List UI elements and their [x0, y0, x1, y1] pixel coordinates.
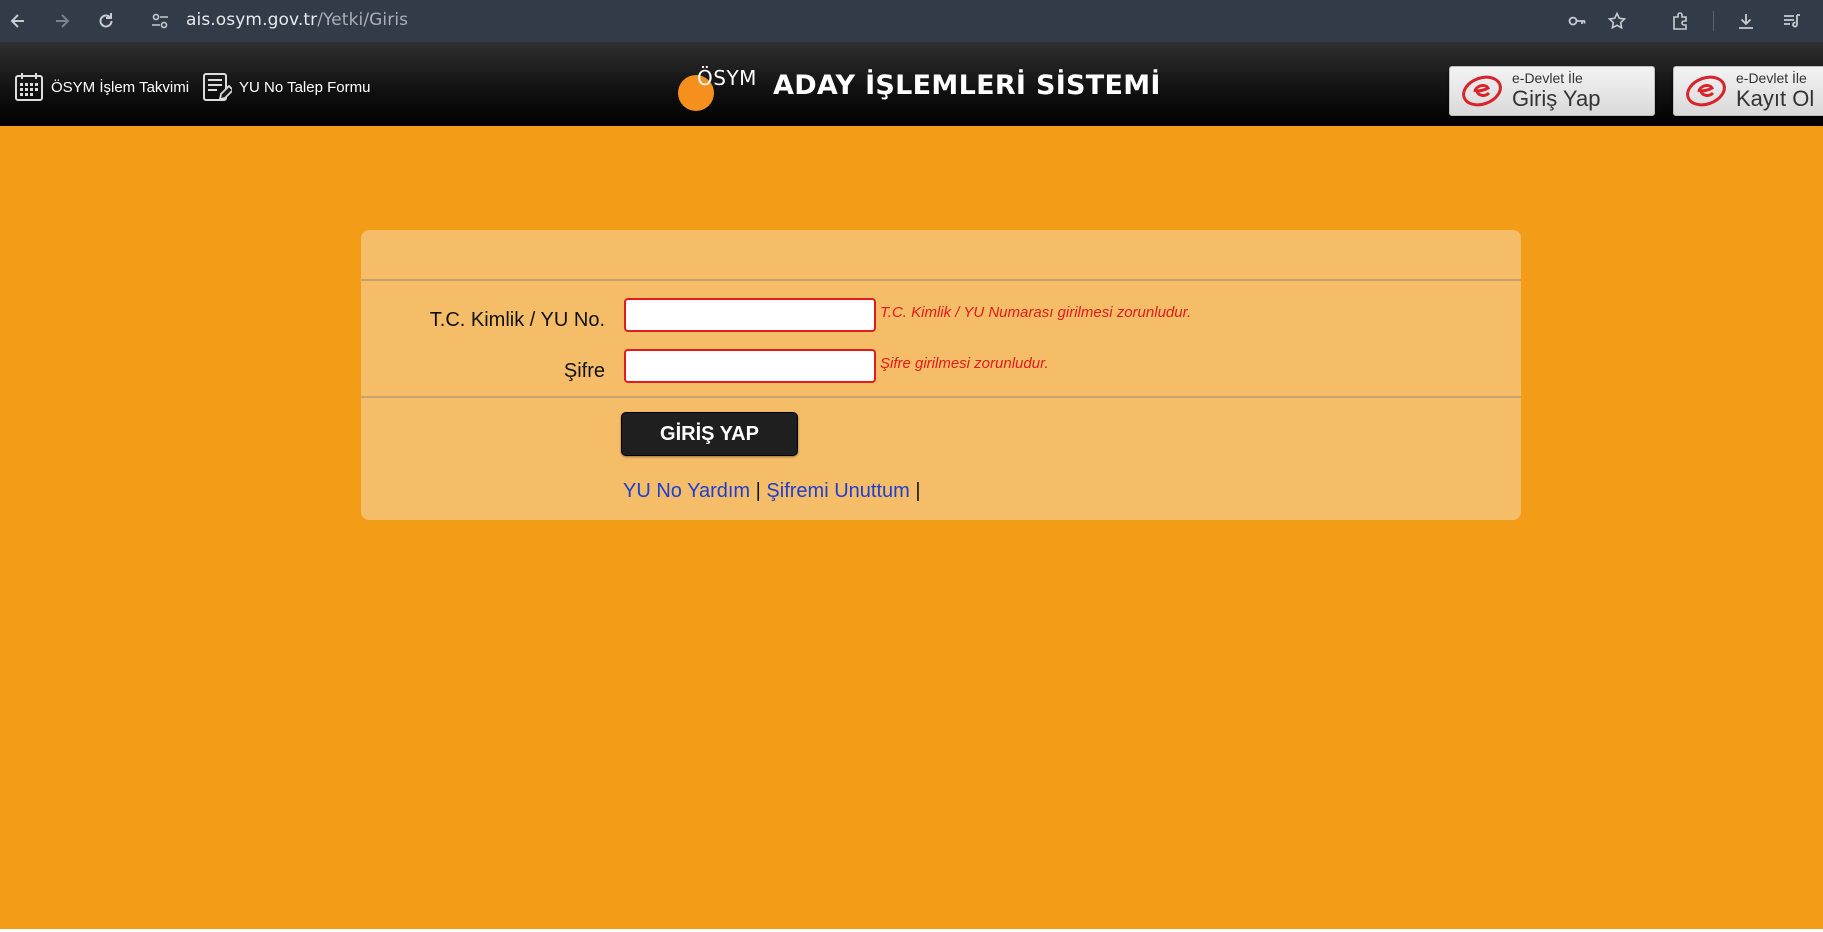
help-links: YU No Yardım | Şifremi Unuttum | — [623, 480, 921, 503]
link-separator: | — [755, 480, 761, 502]
yu-no-form-link[interactable]: YU No Talep Formu — [202, 72, 370, 102]
edevlet-logo-icon — [1686, 75, 1726, 107]
url-host: ais.osym.gov.tr — [186, 10, 318, 30]
edevlet-login-small: e-Devlet İle — [1512, 70, 1583, 86]
toolbar-divider — [1713, 11, 1714, 31]
login-submit-button[interactable]: GİRİŞ YAP — [621, 412, 798, 456]
system-title: ADAY İŞLEMLERİ SİSTEMİ — [773, 70, 1161, 101]
password-error-message: Şifre girilmesi zorunludur. — [880, 355, 1049, 372]
password-label: Şifre — [563, 360, 605, 382]
edevlet-login-big: Giriş Yap — [1512, 86, 1601, 111]
url-path: /Yetki/Giris — [317, 10, 409, 30]
yu-no-form-link-label: YU No Talep Formu — [239, 78, 371, 96]
reload-icon[interactable] — [94, 9, 118, 33]
calendar-link[interactable]: ÖSYM İşlem Takvimi — [14, 72, 189, 102]
download-icon[interactable] — [1734, 9, 1758, 33]
edevlet-logo-icon — [1462, 75, 1502, 107]
id-input[interactable] — [624, 298, 876, 332]
back-arrow-icon[interactable] — [6, 9, 30, 33]
key-icon[interactable] — [1565, 9, 1589, 33]
extensions-icon[interactable] — [1668, 9, 1692, 33]
site-settings-icon[interactable] — [148, 9, 172, 33]
calendar-icon — [14, 72, 44, 102]
edevlet-login-button[interactable]: e-Devlet İle Giriş Yap — [1449, 66, 1655, 116]
id-label: T.C. Kimlik / YU No. — [429, 309, 605, 331]
form-edit-icon — [202, 72, 232, 102]
reading-list-icon[interactable] — [1780, 9, 1804, 33]
id-error-message: T.C. Kimlik / YU Numarası girilmesi zoru… — [880, 304, 1192, 321]
address-bar[interactable]: ais.osym.gov.tr/Yetki/Giris — [186, 10, 408, 30]
login-panel: T.C. Kimlik / YU No. T.C. Kimlik / YU Nu… — [361, 230, 1521, 520]
yu-no-help-link[interactable]: YU No Yardım — [623, 480, 750, 502]
edevlet-register-big: Kayıt Ol — [1736, 86, 1815, 111]
edevlet-register-small: e-Devlet İle — [1736, 70, 1807, 86]
password-input[interactable] — [624, 349, 876, 383]
calendar-link-label: ÖSYM İşlem Takvimi — [51, 78, 190, 96]
forgot-password-link[interactable]: Şifremi Unuttum — [766, 480, 909, 502]
site-header: ÖSYM İşlem Takvimi YU No Talep Formu ÖSY… — [0, 42, 1823, 126]
edevlet-register-button[interactable]: e-Devlet İle Kayıt Ol — [1673, 66, 1823, 116]
forward-arrow-icon[interactable] — [50, 9, 74, 33]
panel-top-rule — [361, 279, 1521, 281]
star-icon[interactable] — [1605, 9, 1629, 33]
logo-text: ÖSYM — [697, 66, 757, 90]
osym-logo[interactable]: ÖSYM — [678, 66, 758, 111]
link-separator: | — [915, 480, 921, 502]
browser-toolbar: ais.osym.gov.tr/Yetki/Giris — [0, 0, 1823, 42]
panel-bottom-rule — [361, 396, 1521, 398]
